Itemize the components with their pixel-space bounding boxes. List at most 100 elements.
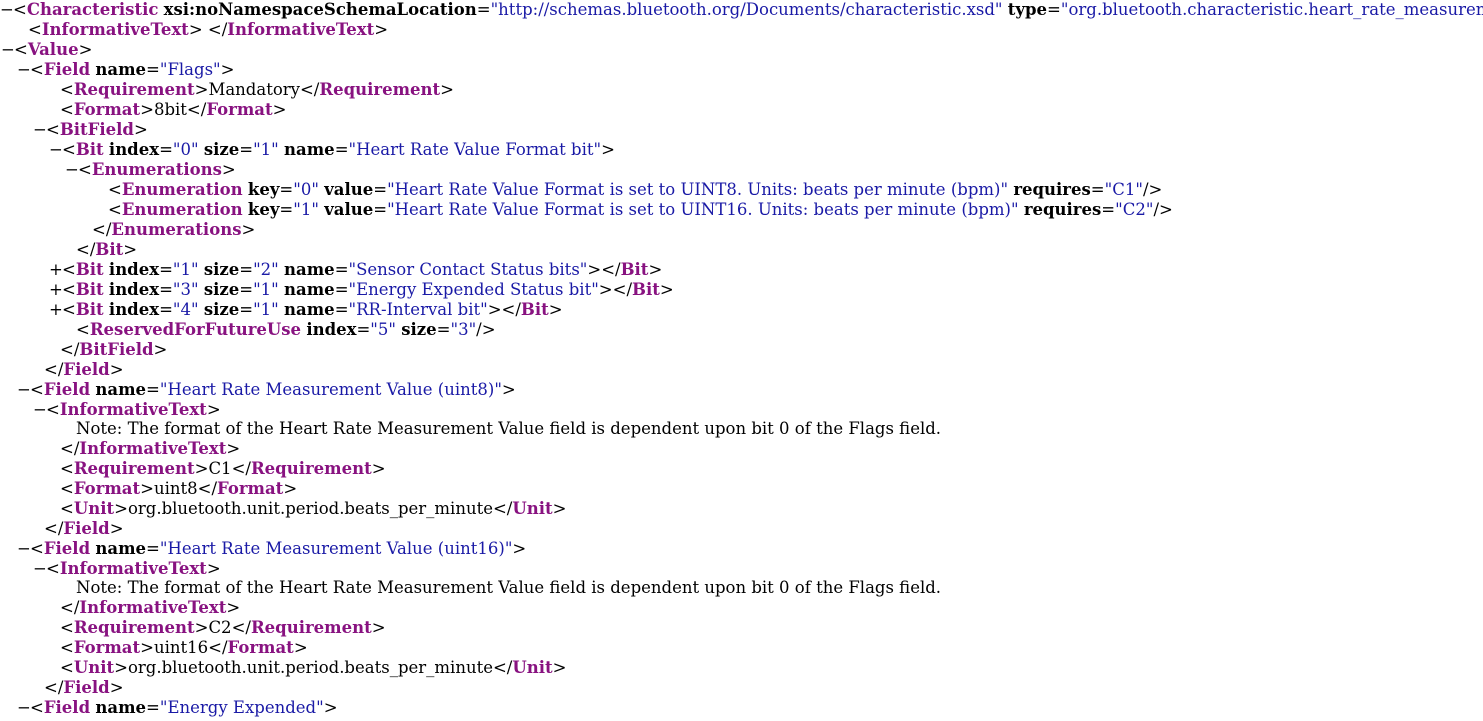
tag-name: Requirement bbox=[250, 618, 372, 637]
collapse-toggle[interactable]: − bbox=[0, 0, 14, 20]
punctuation: < bbox=[60, 499, 74, 518]
xml-line: Note: The format of the Heart Rate Measu… bbox=[76, 419, 941, 439]
punctuation: < bbox=[30, 539, 44, 558]
xml-line: <Enumeration key="0" value="Heart Rate V… bbox=[108, 180, 1162, 200]
tag-name: Bit bbox=[520, 300, 549, 319]
punctuation: > bbox=[659, 280, 674, 299]
xml-line: <Requirement>C2</Requirement> bbox=[60, 618, 386, 638]
attribute-value: "3" bbox=[172, 280, 199, 299]
collapse-toggle[interactable]: − bbox=[33, 400, 47, 420]
punctuation: > bbox=[440, 80, 454, 99]
punctuation: < bbox=[46, 400, 60, 419]
punctuation: < bbox=[60, 459, 74, 478]
punctuation: > bbox=[206, 559, 221, 578]
punctuation: < bbox=[62, 300, 76, 319]
tag-name: Bit bbox=[95, 240, 124, 259]
tag-name: InformativeText bbox=[227, 20, 375, 39]
tag-name: Format bbox=[206, 100, 273, 119]
punctuation: > bbox=[323, 698, 338, 717]
collapse-toggle[interactable]: − bbox=[17, 539, 31, 559]
collapse-toggle[interactable]: − bbox=[65, 160, 79, 180]
punctuation: </ bbox=[44, 360, 64, 379]
punctuation: = bbox=[159, 300, 173, 319]
punctuation: = bbox=[334, 260, 349, 279]
xml-line: <Format>uint16</Format> bbox=[60, 638, 308, 658]
attribute-value: "2" bbox=[253, 260, 279, 279]
attribute-name: size bbox=[203, 140, 240, 159]
punctuation: > bbox=[220, 60, 235, 79]
attribute-value: "1" bbox=[293, 200, 319, 219]
punctuation: > bbox=[206, 400, 221, 419]
xml-line: −<Field name="Heart Rate Measurement Val… bbox=[17, 380, 516, 400]
xml-line: <Requirement>C1</Requirement> bbox=[60, 459, 386, 479]
attribute-name: size bbox=[203, 260, 240, 279]
punctuation: > bbox=[501, 380, 516, 399]
expand-toggle[interactable]: + bbox=[49, 280, 63, 300]
expand-toggle[interactable]: + bbox=[49, 260, 63, 280]
attribute-name: name bbox=[284, 260, 335, 279]
punctuation: < bbox=[60, 638, 74, 657]
tag-name: Field bbox=[43, 698, 91, 717]
xml-line: −<Field name="Energy Expended"> bbox=[17, 698, 338, 718]
collapse-toggle[interactable]: − bbox=[17, 698, 31, 718]
text-content: uint8 bbox=[153, 479, 198, 498]
punctuation: </ bbox=[60, 340, 80, 359]
punctuation: < bbox=[62, 280, 76, 299]
punctuation: = bbox=[146, 698, 160, 717]
punctuation: = bbox=[373, 200, 388, 219]
expand-toggle[interactable]: + bbox=[49, 300, 63, 320]
punctuation: > bbox=[194, 80, 209, 99]
tag-name: Bit bbox=[75, 300, 104, 319]
collapse-toggle[interactable]: − bbox=[17, 60, 31, 80]
xml-line: −<Field name="Heart Rate Measurement Val… bbox=[17, 539, 526, 559]
punctuation: = bbox=[1090, 180, 1105, 199]
punctuation: ></ bbox=[598, 280, 633, 299]
punctuation: </ bbox=[60, 598, 80, 617]
punctuation: > bbox=[194, 459, 209, 478]
attribute-value: "0" bbox=[172, 140, 199, 159]
tag-name: Requirement bbox=[73, 459, 195, 478]
attribute-value: "Heart Rate Value Format bit" bbox=[348, 140, 602, 159]
punctuation: = bbox=[373, 180, 388, 199]
punctuation: < bbox=[28, 20, 42, 39]
punctuation: > bbox=[293, 638, 308, 657]
xml-line: −<Enumerations> bbox=[65, 160, 236, 180]
punctuation: </ bbox=[60, 439, 80, 458]
attribute-value: "C2" bbox=[1115, 200, 1154, 219]
punctuation: < bbox=[78, 160, 92, 179]
punctuation: </ bbox=[44, 678, 64, 697]
collapse-toggle[interactable]: − bbox=[33, 559, 47, 579]
punctuation: < bbox=[62, 260, 76, 279]
attribute-name: key bbox=[247, 180, 280, 199]
collapse-toggle[interactable]: − bbox=[33, 120, 47, 140]
punctuation: = bbox=[476, 0, 491, 19]
collapse-toggle[interactable]: − bbox=[1, 40, 15, 60]
punctuation: = bbox=[159, 140, 173, 159]
punctuation: > bbox=[114, 658, 128, 677]
tag-name: InformativeText bbox=[79, 598, 227, 617]
attribute-name: size bbox=[203, 280, 240, 299]
collapse-toggle[interactable]: − bbox=[49, 140, 63, 160]
attribute-name: type bbox=[1007, 0, 1048, 19]
tag-name: Requirement bbox=[73, 80, 195, 99]
tag-name: Unit bbox=[512, 499, 553, 518]
tag-name: Bit bbox=[75, 260, 104, 279]
collapse-toggle[interactable]: − bbox=[17, 380, 31, 400]
punctuation: > bbox=[548, 300, 563, 319]
attribute-name: key bbox=[247, 200, 280, 219]
tag-name: Enumeration bbox=[121, 200, 243, 219]
punctuation: = bbox=[239, 140, 254, 159]
punctuation: < bbox=[30, 698, 44, 717]
tag-name: ReservedForFutureUse bbox=[89, 320, 302, 339]
punctuation: = bbox=[279, 200, 294, 219]
punctuation: /> bbox=[476, 320, 496, 339]
punctuation: < bbox=[108, 180, 122, 199]
xml-line: </Field> bbox=[44, 519, 124, 539]
attribute-value: "5" bbox=[370, 320, 396, 339]
punctuation: > bbox=[371, 459, 386, 478]
attribute-name: index bbox=[306, 320, 357, 339]
xml-line: </BitField> bbox=[60, 340, 167, 360]
attribute-value: "Heart Rate Value Format is set to UINT1… bbox=[387, 200, 1019, 219]
tag-name: Format bbox=[73, 100, 141, 119]
tag-name: Value bbox=[27, 40, 79, 59]
